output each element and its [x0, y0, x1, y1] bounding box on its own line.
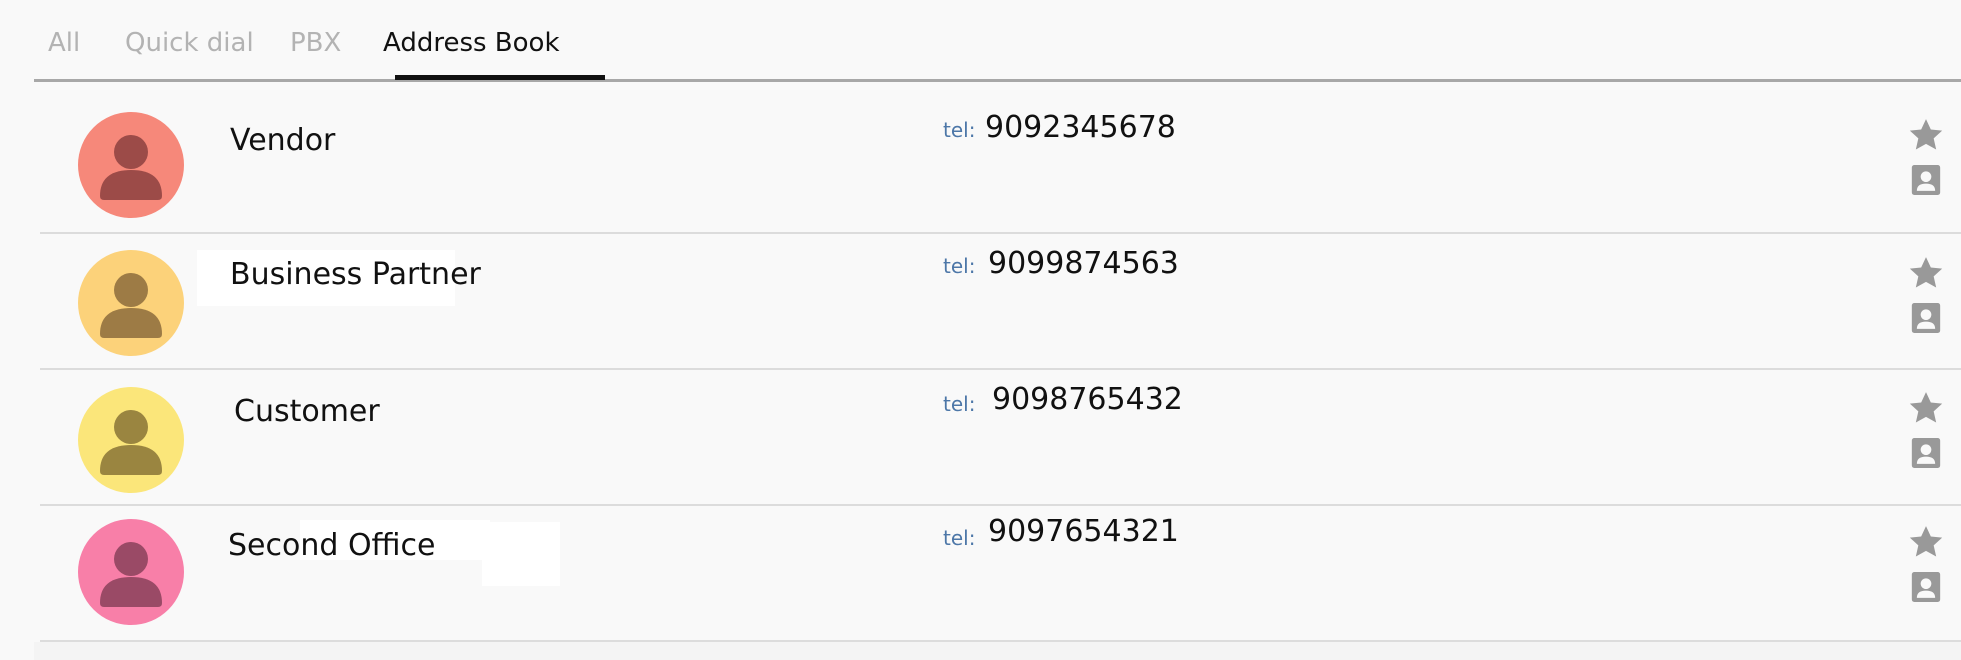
- contact-row[interactable]: Vendor tel: 9092345678: [40, 98, 1961, 234]
- tel-label: tel:: [943, 118, 976, 142]
- tel-label: tel:: [943, 526, 976, 550]
- contact-name: Vendor: [230, 123, 336, 158]
- active-tab-indicator: [395, 75, 605, 80]
- contact-name: Second Office: [228, 528, 436, 563]
- phone-number[interactable]: 9097654321: [988, 514, 1179, 549]
- name-highlight: [482, 522, 560, 586]
- tab-bar: All Quick dial PBX Address Book: [34, 0, 1961, 82]
- phone-number[interactable]: 9099874563: [988, 246, 1179, 281]
- contact-row[interactable]: Second Office tel: 9097654321: [40, 506, 1961, 642]
- contact-card-icon[interactable]: [1906, 433, 1946, 473]
- avatar: [78, 387, 184, 493]
- person-icon: [78, 112, 184, 218]
- list-bottom: [34, 642, 1961, 660]
- star-icon[interactable]: [1906, 388, 1946, 428]
- contact-name: Customer: [234, 394, 380, 429]
- contact-row[interactable]: Customer tel: 9098765432: [40, 370, 1961, 506]
- contact-name: Business Partner: [230, 257, 481, 292]
- contact-row[interactable]: Business Partner tel: 9099874563: [40, 234, 1961, 370]
- phone-number[interactable]: 9098765432: [992, 382, 1183, 417]
- avatar: [78, 250, 184, 356]
- tab-quick-dial[interactable]: Quick dial: [125, 28, 254, 58]
- star-icon[interactable]: [1906, 522, 1946, 562]
- address-book-app: All Quick dial PBX Address Book Vendor t…: [0, 0, 1961, 660]
- tab-pbx[interactable]: PBX: [290, 28, 341, 58]
- tab-all[interactable]: All: [48, 28, 80, 58]
- avatar: [78, 112, 184, 218]
- avatar: [78, 519, 184, 625]
- star-icon[interactable]: [1906, 253, 1946, 293]
- tel-label: tel:: [943, 392, 976, 416]
- contact-card-icon[interactable]: [1906, 298, 1946, 338]
- person-icon: [78, 387, 184, 493]
- contact-card-icon[interactable]: [1906, 567, 1946, 607]
- contact-card-icon[interactable]: [1906, 160, 1946, 200]
- tel-label: tel:: [943, 254, 976, 278]
- star-icon[interactable]: [1906, 115, 1946, 155]
- person-icon: [78, 519, 184, 625]
- phone-number[interactable]: 9092345678: [985, 110, 1176, 145]
- person-icon: [78, 250, 184, 356]
- tab-address-book[interactable]: Address Book: [383, 28, 560, 58]
